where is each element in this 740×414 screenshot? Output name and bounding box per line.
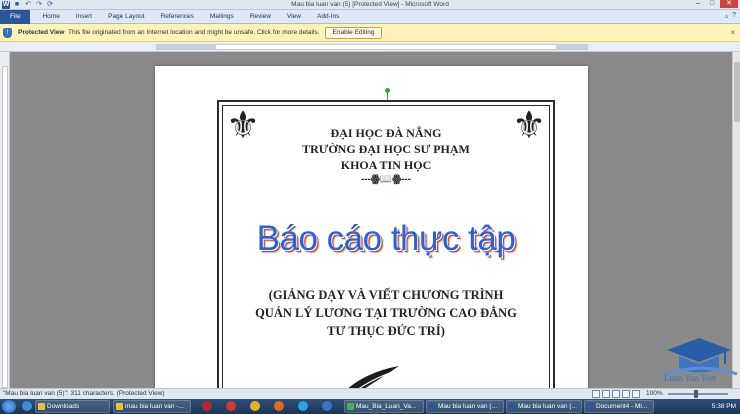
- minimize-button[interactable]: –: [692, 0, 704, 8]
- tab-review[interactable]: Review: [242, 10, 279, 24]
- teamviewer-icon[interactable]: [322, 401, 332, 411]
- full-screen-icon[interactable]: [602, 390, 610, 398]
- protected-view-title: Protected View: [18, 29, 65, 36]
- ie-icon[interactable]: [22, 401, 32, 411]
- school-name: TRƯỜNG ĐẠI HỌC SƯ PHẠM: [302, 142, 470, 156]
- start-button[interactable]: [2, 400, 16, 413]
- close-icon[interactable]: ×: [730, 28, 735, 37]
- horizontal-ruler[interactable]: [0, 42, 740, 52]
- watermark-text: Luan Van Viet: [664, 373, 716, 383]
- maximize-button[interactable]: □: [706, 0, 718, 8]
- tab-references[interactable]: References: [153, 10, 202, 24]
- taskbar: Downloads mau bia luan van -... Mau_Bia_…: [0, 399, 740, 414]
- shield-icon: !: [3, 28, 12, 38]
- clock[interactable]: 5:38 PM: [712, 400, 736, 413]
- tab-file[interactable]: File: [0, 10, 31, 24]
- ruler-right-margin: [556, 44, 588, 50]
- window-controls: – □ ✕: [692, 0, 738, 8]
- draft-icon[interactable]: [632, 390, 640, 398]
- outline-icon[interactable]: [622, 390, 630, 398]
- antivirus-icon[interactable]: [226, 401, 236, 411]
- ribbon-right-controls: ▵ ?: [725, 12, 736, 20]
- print-layout-icon[interactable]: [592, 390, 600, 398]
- chrome-icon[interactable]: [250, 401, 260, 411]
- web-layout-icon[interactable]: [612, 390, 620, 398]
- taskbar-item-word-1[interactable]: Mau bia luan van (...: [426, 400, 504, 413]
- view-buttons: [592, 390, 640, 398]
- status-bar: "Mau bia luan van (5)": 311 characters. …: [0, 388, 740, 399]
- document-area[interactable]: ⚜ ⚜ ĐẠI HỌC ĐÀ NẴNG TRƯỜNG ĐẠI HỌC SƯ PH…: [10, 52, 732, 388]
- subtitle-line-1: (GIẢNG DẠY VÀ VIẾT CHƯƠNG TRÌNH: [268, 288, 504, 302]
- taskbar-item-word-2[interactable]: Mau bia luan van (...: [506, 400, 582, 413]
- enable-editing-button[interactable]: Enable Editing: [325, 27, 382, 39]
- tab-page-layout[interactable]: Page Layout: [100, 10, 153, 24]
- university-name: ĐẠI HỌC ĐÀ NẴNG: [330, 126, 442, 140]
- ribbon: File Home Insert Page Layout References …: [0, 10, 740, 24]
- vertical-ruler[interactable]: [0, 52, 10, 388]
- tab-mailings[interactable]: Mailings: [202, 10, 242, 24]
- report-title: Báo cáo thực tập: [256, 219, 516, 258]
- scrollbar-thumb[interactable]: [734, 62, 740, 122]
- ruler-track: [2, 66, 8, 388]
- tab-insert[interactable]: Insert: [68, 10, 100, 24]
- quill-icon: [348, 366, 399, 388]
- ribbon-tabs: File Home Insert Page Layout References …: [0, 10, 740, 24]
- zoom-slider[interactable]: [668, 393, 728, 395]
- document-page[interactable]: ⚜ ⚜ ĐẠI HỌC ĐÀ NẴNG TRƯỜNG ĐẠI HỌC SƯ PH…: [155, 66, 588, 388]
- close-button[interactable]: ✕: [720, 0, 738, 8]
- window-title: Mau bia luan van (5) [Protected View] - …: [291, 1, 449, 8]
- help-icon[interactable]: ?: [732, 12, 736, 20]
- firefox-icon[interactable]: [274, 401, 284, 411]
- taskbar-item-folder[interactable]: mau bia luan van -...: [113, 400, 191, 413]
- subtitle-line-2: QUẢN LÝ LƯƠNG TẠI TRƯỜNG CAO ĐẲNG: [255, 306, 517, 320]
- tab-view[interactable]: View: [279, 10, 309, 24]
- taskbar-item-chrome[interactable]: Mau_Bia_Luan_Va...: [344, 400, 424, 413]
- book-divider: ---ꙮ📖ꙮ---: [360, 174, 411, 185]
- status-text: "Mau bia luan van (5)": 311 characters. …: [3, 390, 165, 397]
- taskbar-item-downloads[interactable]: Downloads: [35, 400, 110, 413]
- media-icon[interactable]: [202, 401, 212, 411]
- zoom-slider-knob[interactable]: [694, 390, 698, 398]
- ruler-left-margin: [156, 44, 216, 50]
- subtitle-line-3: TƯ THỤC ĐỨC TRÍ): [327, 324, 445, 338]
- ribbon-minimize-icon[interactable]: ▵: [725, 12, 729, 20]
- faculty-name: KHOA TIN HỌC: [340, 158, 432, 172]
- taskbar-item-word-3[interactable]: Document4 - Mi...: [584, 400, 654, 413]
- protected-view-message[interactable]: This file originated from an Internet lo…: [68, 29, 319, 36]
- ruler-track: [156, 44, 588, 50]
- zoom-level[interactable]: 100%: [646, 390, 663, 397]
- title-bar: W ■ ↶ ↷ ⟳ Mau bia luan van (5) [Protecte…: [0, 0, 740, 10]
- protected-view-bar[interactable]: ! Protected View This file originated fr…: [0, 24, 740, 42]
- tab-add-ins[interactable]: Add-Ins: [309, 10, 347, 24]
- skype-icon[interactable]: [298, 401, 308, 411]
- tab-home[interactable]: Home: [34, 10, 67, 24]
